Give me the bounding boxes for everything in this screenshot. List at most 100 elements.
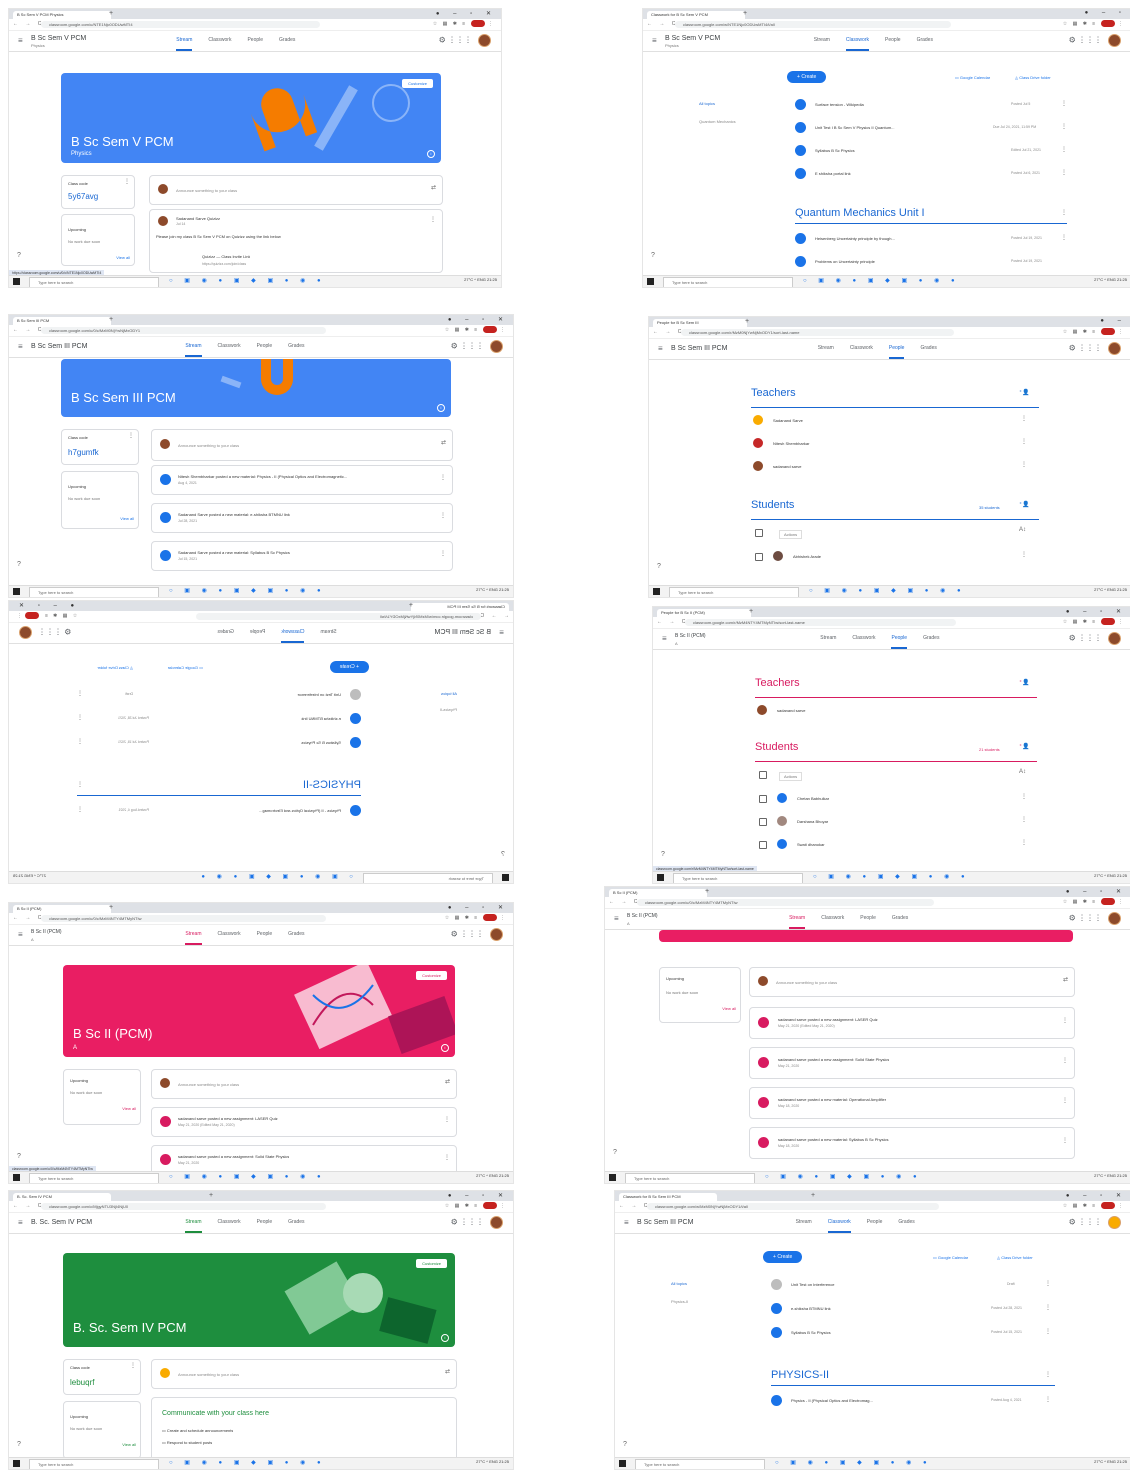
browser-tab[interactable]: Classwork for B Sc Sem III PCM bbox=[619, 1193, 717, 1201]
taskbar-app-icons[interactable]: ○ ▣ ◉ ● ▣ ◆ ▣ ● ◉ ● bbox=[169, 587, 326, 594]
taskbar-app-icons[interactable]: ○ ▣ ◉ ● ▣ ◆ ▣ ● ◉ ● bbox=[196, 873, 353, 880]
all-topics-link[interactable]: All topics bbox=[671, 1281, 687, 1286]
avatar[interactable] bbox=[1108, 632, 1121, 645]
item-title[interactable]: e-shiksha BTMNU link bbox=[301, 716, 341, 721]
actions-dropdown[interactable]: Actions bbox=[779, 772, 803, 781]
window-controls[interactable]: ● – ▫ ✕ bbox=[448, 904, 509, 911]
header-icons[interactable]: ⚙ ⋮⋮⋮ bbox=[439, 34, 491, 47]
new-tab-icon[interactable]: + bbox=[705, 888, 709, 895]
taskbar-search[interactable]: Type here to search bbox=[635, 1459, 765, 1469]
tab-people[interactable]: People bbox=[891, 635, 908, 649]
google-calendar-link[interactable]: ▭ Google Calendar bbox=[168, 665, 203, 670]
help-icon[interactable]: ? bbox=[17, 252, 21, 259]
window-controls[interactable]: ● – ▫ ✕ bbox=[448, 1192, 509, 1199]
more-options-icon[interactable]: ⋮ bbox=[1021, 816, 1027, 823]
menu-icon[interactable]: ≡ bbox=[662, 634, 667, 643]
avatar[interactable] bbox=[490, 340, 503, 353]
more-options-icon[interactable]: ⋮ bbox=[444, 1154, 450, 1161]
taskbar-app-icons[interactable]: ○ ▣ ◉ ● ▣ ◆ ▣ ● ◉ ● bbox=[809, 587, 966, 594]
taskbar-search[interactable]: Type here to search bbox=[29, 1459, 159, 1469]
more-options-icon[interactable]: ⋮ bbox=[1021, 438, 1027, 445]
view-all-link[interactable]: View all bbox=[722, 1006, 736, 1011]
google-calendar-link[interactable]: ▭ Google Calendar bbox=[933, 1255, 968, 1260]
taskbar-search[interactable]: Type here to search bbox=[669, 587, 799, 597]
customize-button[interactable]: Customize bbox=[402, 79, 433, 88]
url-field[interactable]: classroom.google.com/u/NTE1Njc0ODUwMTI4 bbox=[41, 21, 320, 28]
view-all-link[interactable]: View all bbox=[120, 516, 134, 521]
avatar[interactable] bbox=[490, 1216, 503, 1229]
add-student-icon[interactable]: ⁺👤 bbox=[1019, 743, 1030, 750]
help-icon[interactable]: ? bbox=[17, 1441, 21, 1448]
browser-tab[interactable]: B. Sc. Sem IV PCM bbox=[13, 1193, 111, 1201]
window-controls[interactable]: ● – ▫ ✕ bbox=[1066, 888, 1127, 895]
add-student-icon[interactable]: ⁺👤 bbox=[1019, 501, 1030, 508]
item-title[interactable]: Syllabus B Sc Physics bbox=[301, 740, 341, 745]
browser-toolbar-icons[interactable]: ☆ ▦ ✱ ≡ ⋮ bbox=[445, 914, 507, 921]
post-title[interactable]: sadanand sarve posted a new material: Op… bbox=[778, 1097, 886, 1102]
more-options-icon[interactable]: ⋮ bbox=[77, 738, 83, 745]
tab-stream[interactable]: Stream bbox=[185, 931, 202, 945]
announce-input[interactable]: Announce something to your class bbox=[178, 443, 239, 448]
more-options-icon[interactable]: ⋮ bbox=[77, 690, 83, 697]
menu-icon[interactable]: ≡ bbox=[18, 1218, 23, 1227]
help-icon[interactable]: ? bbox=[17, 1153, 21, 1160]
url-field[interactable]: classroom.google.com/r/MzM0NjYwNjMxODY1/… bbox=[681, 329, 955, 336]
taskbar-app-icons[interactable]: ○ ▣ ◉ ● ▣ ◆ ▣ ● ◉ ● bbox=[765, 1173, 922, 1180]
post-title[interactable]: Nitesh Shembharkar posted a new material… bbox=[178, 474, 428, 479]
tab-people[interactable]: People bbox=[860, 915, 876, 927]
more-options-icon[interactable]: ⋮ bbox=[1061, 209, 1067, 216]
tab-classwork[interactable]: Classwork bbox=[850, 345, 873, 357]
tab-grades[interactable]: Grades bbox=[217, 629, 233, 641]
url-field[interactable]: classroom.google.com/u/0/c/MzM4NTY4MTMyN… bbox=[41, 915, 327, 922]
browser-tab[interactable]: People for B Sc II (PCM) bbox=[657, 609, 751, 617]
tab-stream[interactable]: Stream bbox=[176, 37, 193, 51]
windows-start-icon[interactable] bbox=[647, 278, 654, 285]
tab-people[interactable]: People bbox=[885, 37, 901, 49]
tab-classwork[interactable]: Classwork bbox=[218, 931, 241, 943]
url-field[interactable]: classroom.google.com/u/0/c/MzM0NjYwNjMxO… bbox=[41, 327, 327, 334]
menu-icon[interactable]: ≡ bbox=[18, 930, 23, 939]
item-title[interactable]: Physics - II (Physical Optics and Electr… bbox=[791, 1398, 873, 1403]
more-options-icon[interactable]: ⋮ bbox=[440, 550, 446, 557]
avatar[interactable] bbox=[1108, 912, 1121, 925]
windows-start-icon[interactable] bbox=[13, 1460, 20, 1467]
url-field[interactable]: classroom.google.com/c/MjgyNTU3NjI4NjU0 bbox=[41, 1203, 327, 1210]
more-options-icon[interactable]: ⋮ bbox=[1021, 551, 1027, 558]
all-topics-link[interactable]: All topics bbox=[699, 101, 715, 106]
more-options-icon[interactable]: ⋮ bbox=[77, 781, 83, 788]
menu-icon[interactable]: ≡ bbox=[624, 1218, 629, 1227]
all-topics-link[interactable]: All topics bbox=[441, 691, 457, 696]
more-options-icon[interactable]: ⋮ bbox=[1021, 461, 1027, 468]
tab-people[interactable]: People bbox=[888, 345, 905, 359]
post-title[interactable]: Sadanand Sarve posted a new material: Sy… bbox=[178, 550, 290, 555]
more-options-icon[interactable]: ⋮ bbox=[1045, 1280, 1051, 1287]
browser-tab[interactable]: B Sc II (PCM) bbox=[13, 905, 111, 913]
item-title[interactable]: Unit Test I B Sc Sem V Physics II Quantu… bbox=[815, 125, 895, 130]
more-options-icon[interactable]: ⋮ bbox=[1021, 415, 1027, 422]
taskbar-app-icons[interactable]: ○ ▣ ◉ ● ▣ ◆ ▣ ● ◉ ● bbox=[169, 1173, 326, 1180]
topic-link[interactable]: Physics-II bbox=[440, 707, 457, 712]
header-icons[interactable]: ⚙ ⋮⋮⋮ bbox=[451, 928, 503, 941]
announce-card[interactable]: Announce something to your class ⇄ bbox=[149, 175, 443, 205]
more-options-icon[interactable]: ⋮ bbox=[1045, 1328, 1051, 1335]
more-options-icon[interactable]: ⋮ bbox=[1062, 1137, 1068, 1144]
post-title[interactable]: sadanand sarve posted a new material: Sy… bbox=[778, 1137, 889, 1142]
profile-badge[interactable] bbox=[1100, 20, 1115, 27]
tab-grades[interactable]: Grades bbox=[288, 343, 304, 355]
profile-badge[interactable] bbox=[1100, 328, 1115, 335]
tab-grades[interactable]: Grades bbox=[917, 37, 933, 49]
taskbar-app-icons[interactable]: ○ ▣ ◉ ● ▣ ◆ ▣ ● ◉ ● bbox=[169, 277, 326, 284]
google-calendar-link[interactable]: ▭ Google Calendar bbox=[955, 75, 990, 80]
tab-stream[interactable]: Stream bbox=[789, 915, 806, 929]
taskbar-app-icons[interactable]: ○ ▣ ◉ ● ▣ ◆ ▣ ● ◉ ● bbox=[775, 1459, 932, 1466]
tab-grades[interactable]: Grades bbox=[892, 915, 908, 927]
taskbar-search[interactable]: Type here to search bbox=[363, 873, 493, 883]
taskbar-search[interactable]: Type here to search bbox=[625, 1173, 755, 1183]
browser-tab[interactable]: People for B Sc Sem III bbox=[653, 319, 747, 327]
repost-icon[interactable]: ⇄ bbox=[445, 1368, 450, 1375]
help-icon[interactable]: ? bbox=[651, 252, 655, 259]
info-icon[interactable]: i bbox=[441, 1044, 449, 1052]
tab-stream[interactable]: Stream bbox=[796, 1219, 812, 1231]
header-icons[interactable]: ⚙ ⋮⋮⋮ bbox=[1069, 1216, 1121, 1229]
help-icon[interactable]: ? bbox=[657, 563, 661, 570]
